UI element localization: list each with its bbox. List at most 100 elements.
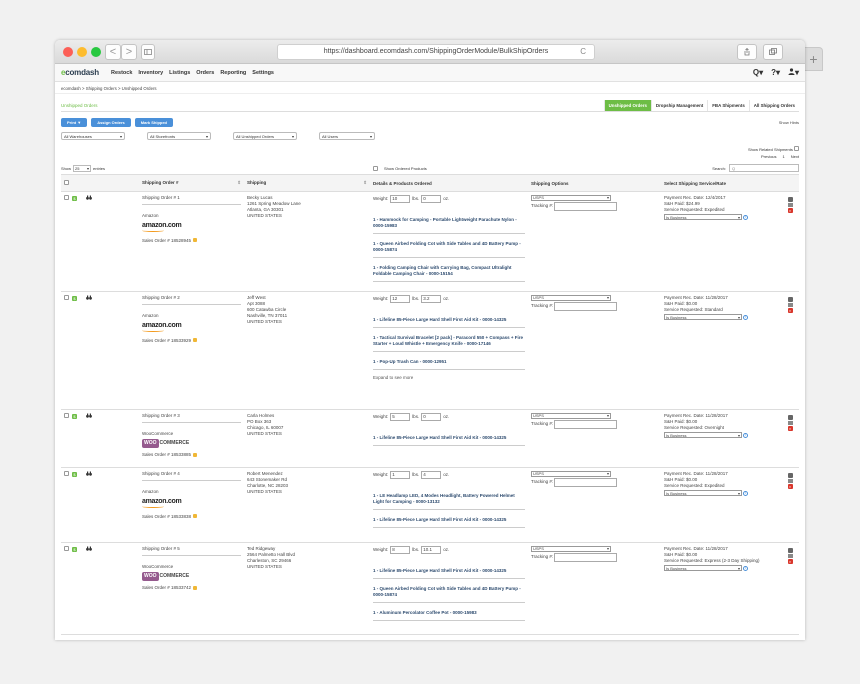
tracking-input[interactable] <box>554 553 618 562</box>
tab-dropship-management[interactable]: Dropship Management <box>650 100 707 111</box>
search-icon[interactable]: Q▾ <box>753 68 763 77</box>
tracking-input[interactable] <box>554 420 618 429</box>
delete-icon[interactable]: × <box>787 308 793 313</box>
shipping-order-number[interactable]: Shipping Order # 4 <box>142 471 241 482</box>
service-select[interactable]: Is Business ▾ <box>664 490 742 497</box>
menu-settings[interactable]: Settings <box>252 70 274 76</box>
warehouse-filter[interactable]: All Warehouses ▾ <box>61 132 125 140</box>
order-status-filter[interactable]: All Unshipped Orders ▾ <box>233 132 297 140</box>
select-all-checkbox[interactable] <box>64 180 69 185</box>
edit-icon[interactable]: $ <box>72 472 77 477</box>
address-bar[interactable]: https://dashboard.ecomdash.com/ShippingO… <box>277 44 595 60</box>
tab-fba-shipments[interactable]: FBA Shipments <box>707 100 749 111</box>
row-checkbox[interactable] <box>64 546 69 551</box>
product-link[interactable]: 1 - Lifeline 85-Piece Large Hard Shell F… <box>373 513 525 529</box>
tab-unshipped-orders[interactable]: Unshipped Orders <box>603 100 651 111</box>
shipping-order-number[interactable]: Shipping Order # 2 <box>142 295 241 306</box>
service-select[interactable]: Is Business ▾ <box>664 214 742 221</box>
weight-lbs-input[interactable]: 5 <box>390 413 411 421</box>
edit-icon[interactable]: $ <box>72 414 77 419</box>
show-related-checkbox[interactable] <box>794 146 799 151</box>
product-link[interactable]: 1 - Folding Camping Chair with Carrying … <box>373 261 525 283</box>
carrier-select[interactable]: USPS ▾ <box>531 295 611 301</box>
show-hints-link[interactable]: Show Hints <box>779 120 799 125</box>
menu-restock[interactable]: Restock <box>111 70 132 76</box>
weight-oz-input[interactable]: 0 <box>421 413 442 421</box>
shipping-order-number[interactable]: Shipping Order # 3 <box>142 413 241 424</box>
search-input[interactable]: Q <box>729 164 799 172</box>
print-icon[interactable] <box>787 197 793 202</box>
row-checkbox[interactable] <box>64 413 69 418</box>
carrier-select[interactable]: USPS ▾ <box>531 546 611 552</box>
weight-oz-input[interactable]: 0 <box>421 195 442 203</box>
document-icon[interactable] <box>787 554 793 558</box>
pager-next[interactable]: Next <box>791 154 799 162</box>
note-icon[interactable] <box>193 238 198 243</box>
assign-orders-button[interactable]: Assign Orders <box>91 117 131 127</box>
document-icon[interactable] <box>787 203 793 207</box>
print-button[interactable]: Print ▼ <box>61 117 88 127</box>
product-link[interactable]: 1 - Pop-Up Trash Can - 0000-12951 <box>373 355 525 371</box>
product-link[interactable]: 1 - Aluminum Percolator Coffee Pot - 000… <box>373 606 525 622</box>
row-checkbox[interactable] <box>64 295 69 300</box>
note-icon[interactable] <box>193 585 198 590</box>
pager-previous[interactable]: Previous <box>761 154 777 162</box>
product-link[interactable]: 1 - Lifeline 85-Piece Large Hard Shell F… <box>373 431 525 447</box>
carrier-select[interactable]: USPS ▾ <box>531 471 611 477</box>
reload-icon[interactable]: C <box>580 45 586 59</box>
menu-reporting[interactable]: Reporting <box>220 70 246 76</box>
header-shipping-order[interactable]: Shipping Order # ⇕ <box>139 174 244 192</box>
tabs-overview-button[interactable] <box>763 44 783 60</box>
note-icon[interactable] <box>193 452 198 457</box>
shipping-order-number[interactable]: Shipping Order # 1 <box>142 195 241 206</box>
binoculars-icon[interactable] <box>86 295 92 302</box>
menu-listings[interactable]: Listings <box>169 70 190 76</box>
print-icon[interactable] <box>787 297 793 302</box>
maximize-window-button[interactable] <box>91 47 101 57</box>
document-icon[interactable] <box>787 421 793 425</box>
note-icon[interactable] <box>193 514 198 519</box>
document-icon[interactable] <box>787 479 793 483</box>
info-icon[interactable]: i <box>743 214 748 220</box>
product-link[interactable]: 1 - Hammock for Camping - Portable Light… <box>373 213 525 235</box>
binoculars-icon[interactable] <box>86 195 92 202</box>
edit-icon[interactable]: $ <box>72 196 77 201</box>
product-link[interactable]: 1 - Tactical Survival Bracelet [2 pack] … <box>373 331 525 353</box>
product-link[interactable]: 1 - Lifeline 85-Piece Large Hard Shell F… <box>373 564 525 580</box>
edit-icon[interactable]: $ <box>72 547 77 552</box>
weight-lbs-input[interactable]: 12 <box>390 295 411 303</box>
row-checkbox[interactable] <box>64 195 69 200</box>
product-link[interactable]: 1 - Lifeline 85-Piece Large Hard Shell F… <box>373 313 525 329</box>
service-select[interactable]: Is Business ▾ <box>664 565 742 572</box>
weight-oz-input[interactable]: 3.2 <box>421 295 442 303</box>
back-button[interactable]: < <box>105 44 121 60</box>
product-link[interactable]: 1 - LE Headlamp LED, 4 Modes Headlight, … <box>373 489 525 511</box>
delete-icon[interactable]: × <box>787 484 793 489</box>
weight-lbs-input[interactable]: 10 <box>390 195 411 203</box>
entries-select[interactable]: 25 ▾ <box>73 164 92 172</box>
pager-current-page[interactable]: 1 <box>783 154 785 162</box>
mark-shipped-button[interactable]: Mark Shipped <box>134 117 173 127</box>
service-select[interactable]: Is Business ▾ <box>664 432 742 439</box>
tab-all-shipping-orders[interactable]: All Shipping Orders <box>748 100 799 111</box>
note-icon[interactable] <box>193 338 198 343</box>
forward-button[interactable]: > <box>121 44 137 60</box>
help-icon[interactable]: ?▾ <box>771 68 780 77</box>
product-link[interactable]: 1 - Queen Airbed Folding Cot with Side T… <box>373 237 525 259</box>
print-icon[interactable] <box>787 473 793 478</box>
weight-oz-input[interactable]: 10.1 <box>421 546 442 554</box>
users-filter[interactable]: All Users ▾ <box>319 132 375 140</box>
print-icon[interactable] <box>787 548 793 553</box>
edit-icon[interactable]: $ <box>72 296 77 301</box>
expand-link[interactable]: Expand to see more <box>373 373 525 381</box>
show-ordered-checkbox[interactable] <box>373 165 378 171</box>
print-icon[interactable] <box>787 415 793 420</box>
user-icon[interactable]: ▾ <box>788 68 799 77</box>
binoculars-icon[interactable] <box>86 413 92 420</box>
share-button[interactable] <box>737 44 757 60</box>
storefront-filter[interactable]: All Storefronts ▾ <box>147 132 211 140</box>
delete-icon[interactable]: × <box>787 559 793 564</box>
menu-orders[interactable]: Orders <box>196 70 214 76</box>
info-icon[interactable]: i <box>743 432 748 438</box>
binoculars-icon[interactable] <box>86 471 92 478</box>
